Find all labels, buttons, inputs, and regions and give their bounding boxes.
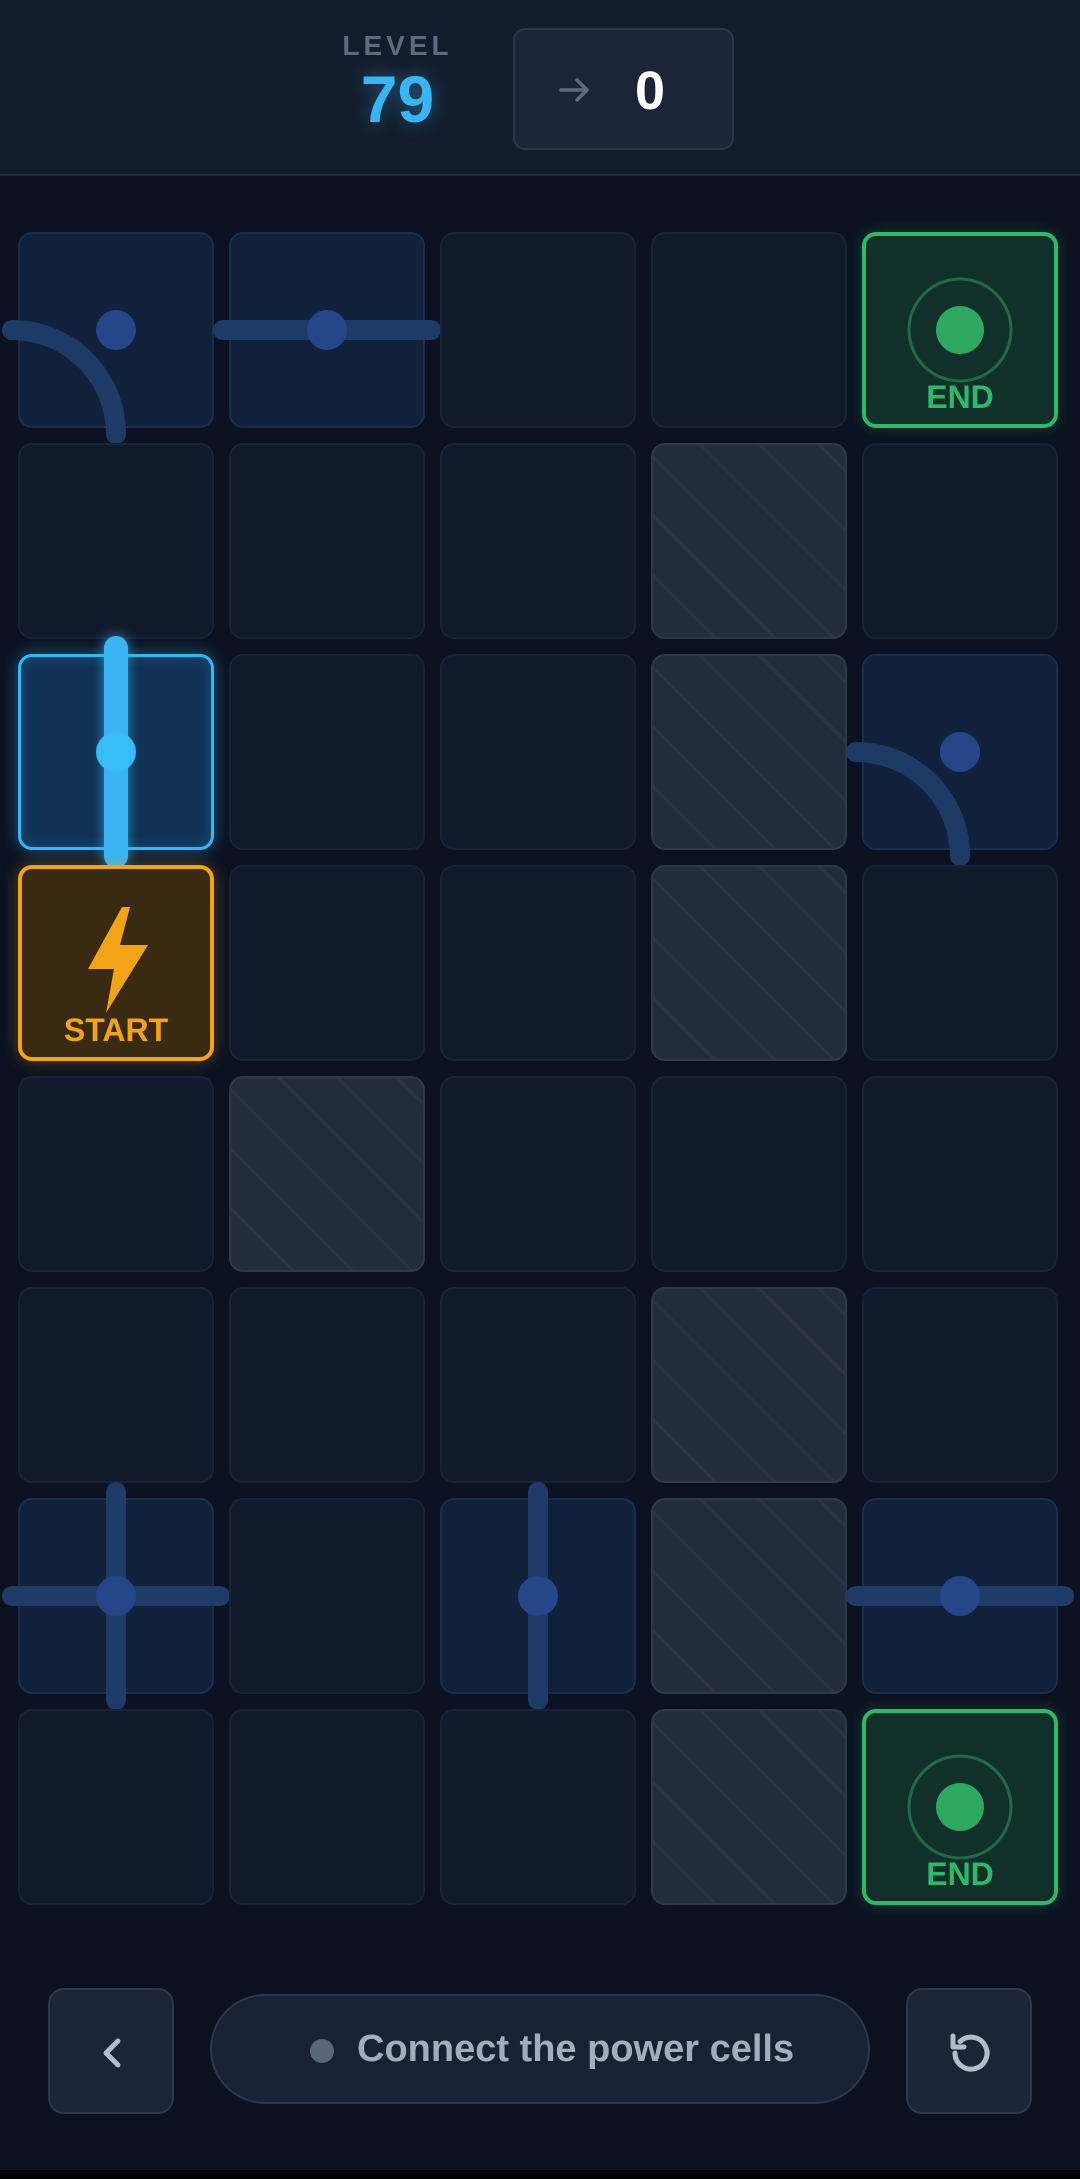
board-cell-empty	[440, 865, 636, 1061]
board-cell-blocked	[651, 1498, 847, 1694]
board-cell-pipe-straight-vertical[interactable]	[440, 1498, 636, 1694]
bottom-edge	[0, 2170, 1080, 2179]
level-label: LEVEL	[342, 30, 453, 61]
back-button[interactable]	[48, 1988, 174, 2114]
board-cell-empty	[229, 1498, 425, 1694]
board-cell-empty	[18, 443, 214, 639]
board-cell-empty	[18, 1287, 214, 1483]
start-cell[interactable]: START	[18, 865, 214, 1061]
board-cell-blocked	[651, 443, 847, 639]
lightning-icon	[88, 907, 148, 1013]
status-dot	[310, 2039, 334, 2063]
board-cell-empty	[440, 1709, 636, 1905]
board-cell-empty	[229, 1287, 425, 1483]
arrow-right-icon	[557, 72, 593, 113]
board-cell-pipe-straight-horizontal[interactable]	[229, 232, 425, 428]
board-cell-empty	[651, 232, 847, 428]
board-cell-empty	[862, 1287, 1058, 1483]
board-cell-pipe-straight-vertical-powered[interactable]	[18, 654, 214, 850]
board-cell-empty	[862, 865, 1058, 1061]
status-text: Connect the power cells	[357, 2028, 795, 2070]
top-bar: LEVEL 79 0	[0, 0, 1080, 176]
board-cell-empty	[862, 443, 1058, 639]
board-cell-pipe-straight-horizontal[interactable]	[862, 1498, 1058, 1694]
board-cell-empty	[862, 1076, 1058, 1272]
board-cell-pipe-curve-left-bottom[interactable]	[18, 232, 214, 428]
board-cell-empty	[440, 1076, 636, 1272]
board-cell-empty	[229, 443, 425, 639]
board-cell-pipe-cross[interactable]	[18, 1498, 214, 1694]
target-icon	[907, 277, 1013, 383]
level-indicator: LEVEL 79	[340, 30, 455, 132]
end-cell[interactable]: END	[862, 232, 1058, 428]
board-cell-empty	[229, 865, 425, 1061]
board-cell-empty	[651, 1076, 847, 1272]
board-cell-blocked	[651, 1709, 847, 1905]
reset-icon	[941, 2023, 1001, 2088]
end-cell[interactable]: END	[862, 1709, 1058, 1905]
reset-button[interactable]	[906, 1988, 1032, 2114]
game-board: END START END	[2, 232, 1074, 1908]
chevron-left-icon	[89, 2029, 137, 2082]
level-number: 79	[360, 62, 435, 136]
board-cell-empty	[229, 1709, 425, 1905]
board-cell-blocked	[651, 654, 847, 850]
start-label: START	[63, 1012, 169, 1048]
board-cell-empty	[440, 232, 636, 428]
end-label: END	[926, 1856, 994, 1892]
board-cell-empty	[18, 1076, 214, 1272]
target-icon	[907, 1754, 1013, 1860]
board-cell-blocked	[651, 865, 847, 1061]
board-cell-empty	[229, 654, 425, 850]
end-label: END	[926, 379, 994, 415]
board-cell-empty	[440, 1287, 636, 1483]
board-cell-empty	[440, 654, 636, 850]
moves-count: 0	[635, 61, 666, 121]
board-cell-pipe-curve-left-bottom[interactable]	[862, 654, 1058, 850]
board-cell-blocked	[651, 1287, 847, 1483]
status-message: Connect the power cells	[210, 1994, 870, 2104]
board-cell-empty	[440, 443, 636, 639]
moves-counter: 0	[513, 28, 734, 150]
board-cell-blocked	[229, 1076, 425, 1272]
board-cell-empty	[18, 1709, 214, 1905]
